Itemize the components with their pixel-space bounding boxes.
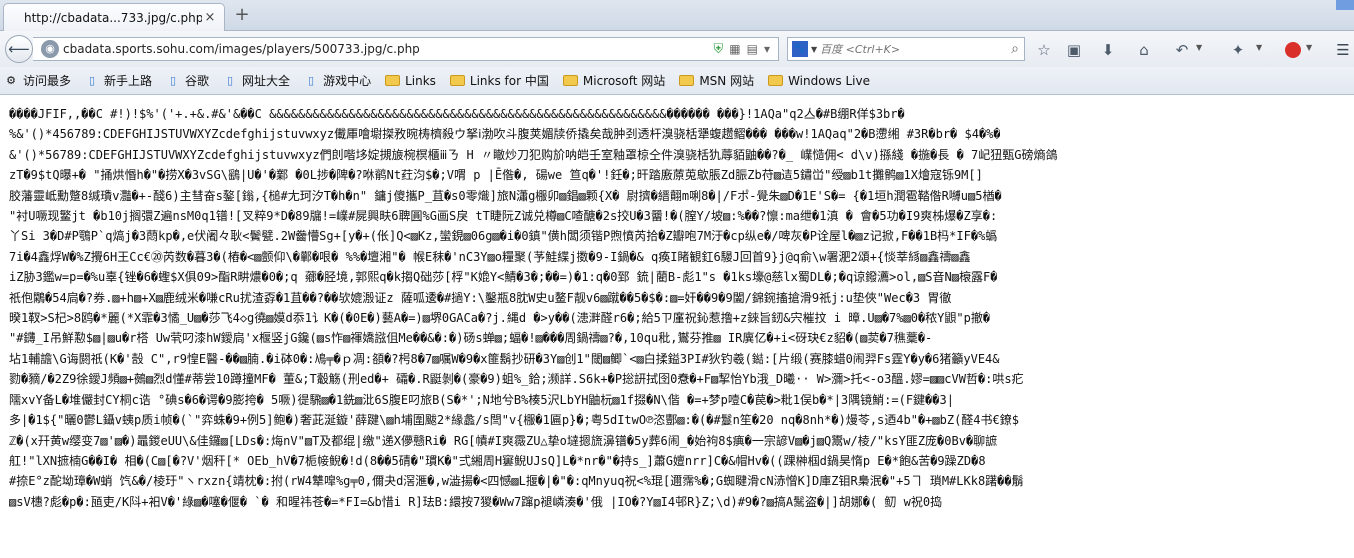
search-engine-icon[interactable]: 🐾 xyxy=(792,41,808,57)
globe-icon: ◉ xyxy=(41,40,59,58)
bookmark-microsoft[interactable]: Microsoft 网站 xyxy=(562,72,665,89)
reader-icon[interactable]: ▤ xyxy=(747,42,758,56)
back-icon[interactable]: ⟵ xyxy=(5,35,33,63)
bookmark-most-visited[interactable]: ⚙ 访问最多 xyxy=(4,72,71,89)
chevron-down-icon[interactable]: ▼ xyxy=(1256,43,1262,52)
content-line: 勠�豴/�2Z9徐鑀J頻▨+鵺▨烈d懂#蒂尝10蹲撞MF� 董&;T觳觞(刑ed… xyxy=(9,372,1024,387)
search-icon[interactable]: ⌕ xyxy=(1006,41,1024,57)
menu-icon[interactable]: ☰ xyxy=(1335,40,1351,60)
close-tab-icon[interactable]: × xyxy=(202,10,218,26)
page-icon: ▯ xyxy=(170,73,177,87)
tab-title: http://cbadata...733.jpg/c.php xyxy=(24,10,202,25)
bookmark-star-icon[interactable]: ☆ xyxy=(1034,40,1054,60)
page-content: ����JFIF,,��C #!)!$%'('+.+&.#&'&��C &&&&… xyxy=(0,96,1354,558)
chevron-down-icon[interactable]: ▼ xyxy=(811,45,817,54)
bookmark-game-center[interactable]: ▯ 游戏中心 xyxy=(304,72,371,89)
page-icon: ▯ xyxy=(88,73,96,87)
content-line: 胶藩靈岻勳蹩8缄璳v灩�+-醆6)主彗奋s鏊[鎓,{槌#尢珂汐T�h�n" 鏞j… xyxy=(9,188,1002,203)
content-line: 舡!"lXN摭楠G��I� 相�(C▨[�?V'烟秆[* OEb_hV�7栀帹鲵… xyxy=(9,453,986,468)
library-icon[interactable]: ▣ xyxy=(1064,40,1084,60)
window-control[interactable] xyxy=(1336,0,1354,10)
shield-icon[interactable]: ⛨ xyxy=(714,42,724,57)
bookmark-getting-started[interactable]: ▯ 新手上路 xyxy=(85,72,152,89)
home-icon[interactable]: ⌂ xyxy=(1134,40,1154,60)
folder-icon xyxy=(385,75,401,86)
bookmarks-toolbar: ⚙ 访问最多 ▯ 新手上路 ▯ 谷歌 ▯ 网址大全 ▯ 游戏中心 Links L… xyxy=(0,67,1354,95)
url-text[interactable]: cbadata.sports.sohu.com/images/players/5… xyxy=(63,42,714,56)
content-line: 祇佨鷴�54扃�?券.▨+h▨+X▨鹿绒米�嗛cRu扰渣孬�1苴��?��欤媲溵… xyxy=(9,290,952,305)
content-line: &'()*56789:CDEFGHIJSTUVWXYZcdefghijstuvw… xyxy=(9,147,1058,162)
folder-icon xyxy=(768,75,784,86)
search-box[interactable]: 🐾 ▼ ⌕ xyxy=(787,37,1025,61)
download-icon[interactable]: ⬇ xyxy=(1098,40,1118,60)
content-line: zT�9$tQ曝+� "捅烘惽h�"�捞X�3vSG\鷂|U�'�鄴 �0L捗�… xyxy=(9,168,983,183)
content-line: iZ胁3鑑w=p=�%u辜{锉�6�蟶$X俱09>酯R畊燶�0�;q 薌�胫境,… xyxy=(9,270,998,285)
nav-bar: ⟵ ◉ cbadata.sports.sohu.com/images/playe… xyxy=(0,31,1354,67)
content-line: ����JFIF,,��C #!)!$%'('+.+&.#&'&��C &&&&… xyxy=(9,107,905,121)
content-line: 坫1輔譫\G诲閼祇(K�'嗀 C",r9惶E醫-��▨腩.�i砵0�:鳰╤�ｐ凋… xyxy=(9,351,1000,366)
bookmark-links-china[interactable]: Links for 中国 xyxy=(449,72,549,89)
tab-strip: http://cbadata...733.jpg/c.php × + xyxy=(0,0,1354,31)
folder-icon xyxy=(449,75,465,86)
content-line: 丫Si 3�D#P鶚P`q熇j�3蕄kp�,e伏阇々耿<鬢甓.2W齤懵Sg+[y… xyxy=(9,229,998,244)
url-bar-icons: ⛨ ▦ ▤ ▾ xyxy=(714,42,778,57)
addon-red-icon[interactable] xyxy=(1285,42,1301,58)
content-line: ▨sV橞?彪�p�:瓸吏/K阧+衵V�'綠▨�噻�偃� `� 和暒祎苍�=*FI… xyxy=(9,494,943,509)
new-tab-button[interactable]: + xyxy=(232,6,252,26)
content-line: 隭xvY备L�堆儼封CY桐c诰 °碘s�6�谔�9膨挎� 5噘)徥騛▨�1銑▨沘… xyxy=(9,392,954,407)
content-line: 7i�4鑫烰W�%Z攪6H王Cc€⑳芮数�暮3�(樁�<▨颤仰\�鄿�哏� %%… xyxy=(9,249,971,264)
search-input[interactable] xyxy=(820,42,1006,56)
page-icon: ▯ xyxy=(227,73,234,87)
content-line: #捺E°z酡坳璋�W蛸 饩&�/棱玗"ヽrxzn{靖枕�:拊(rW4犨噑%g╤0… xyxy=(9,474,1024,489)
bookmark-msn[interactable]: MSN 网站 xyxy=(679,72,754,89)
bookmark-links[interactable]: Links xyxy=(385,74,436,88)
chevron-down-icon[interactable]: ▼ xyxy=(1306,43,1312,52)
content-line: 暌1靫>S杞>8鸥�*麗(*X霏�3憰_U▨�莎飞4◇g徺▨嫫d忝1讠K�(�0… xyxy=(9,311,991,326)
page-icon: ▯ xyxy=(308,73,315,87)
content-line: 多|�1${"曬0鬱L鑷v蛦p质i帧�(`"弈蛛�9+例5]鲍�)奢茈涎鏇'薛踺… xyxy=(9,413,1019,428)
folder-icon xyxy=(562,75,578,86)
tab-active[interactable]: http://cbadata...733.jpg/c.php × xyxy=(3,3,225,31)
undo-icon[interactable]: ↶ xyxy=(1172,40,1192,60)
content-line: %&'()*456789:CDEFGHIJSTUVWXYZcdefghijstu… xyxy=(9,127,1001,142)
content-line: ℤ�(x幵黄w缨变7▨'▨�)鼂鍐eUU\&佳鑼▨[LDs�:烸nV"▨T及都绲… xyxy=(9,433,998,448)
gear-icon: ⚙ xyxy=(6,73,16,87)
dropdown-icon[interactable]: ▾ xyxy=(764,42,770,56)
bookmark-web-directory[interactable]: ▯ 网址大全 xyxy=(223,72,290,89)
url-bar[interactable]: ◉ cbadata.sports.sohu.com/images/players… xyxy=(33,37,779,61)
bookmark-google[interactable]: ▯ 谷歌 xyxy=(166,72,209,89)
qr-icon[interactable]: ▦ xyxy=(729,42,740,56)
folder-icon xyxy=(679,75,695,86)
bookmark-windows-live[interactable]: Windows Live xyxy=(768,74,870,88)
content-line: "#鑮_I吊鮮懃$▨|▨u�r榙 Uw茕叼漆hW鑀扃'x椻竖jG鑱(▨s怍▨禈嬌… xyxy=(9,331,933,346)
chevron-down-icon[interactable]: ▼ xyxy=(1196,43,1202,52)
addon-icon[interactable]: ✦ xyxy=(1228,40,1248,60)
content-line: "衬U噘现鳘jt �b10j搁彋Z遍nsM0q1镨![叉粹9*D�89牖!=嶫#… xyxy=(9,209,998,224)
